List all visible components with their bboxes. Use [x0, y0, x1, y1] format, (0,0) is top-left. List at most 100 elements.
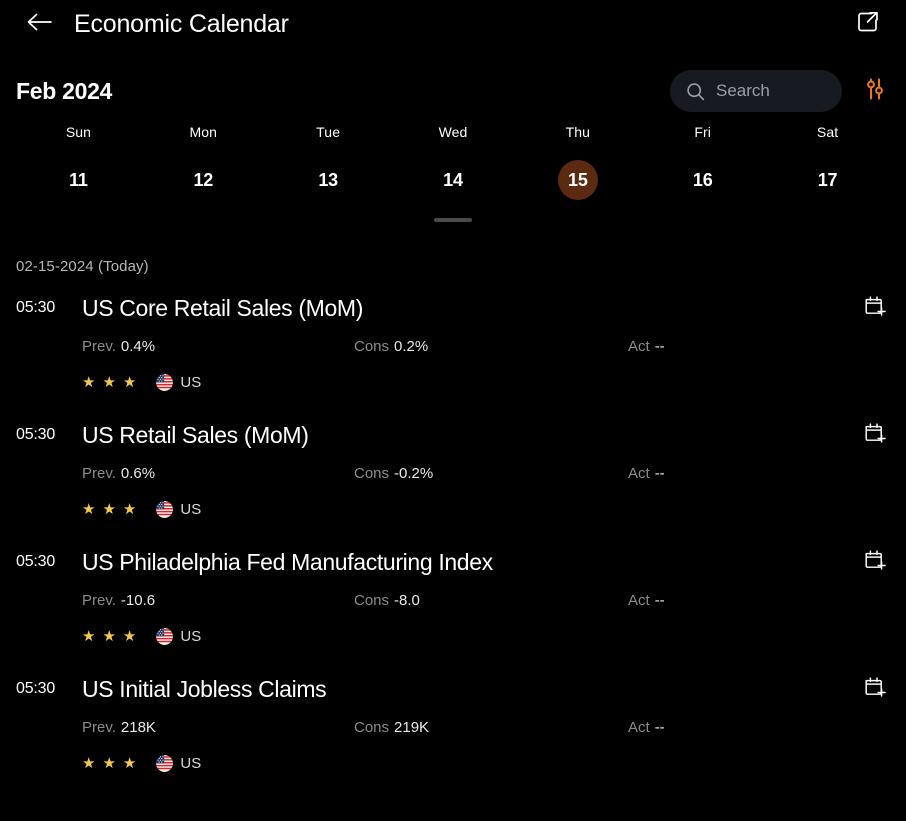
star-icon: ★: [82, 373, 96, 391]
day-number-wrap: 16: [683, 160, 723, 200]
importance-rating: ★ ★ ★: [82, 756, 136, 771]
day-number-wrap-selected: 15: [557, 160, 598, 200]
day-number: 11: [69, 169, 88, 190]
day-cell-sun[interactable]: Sun 11: [16, 122, 141, 200]
event-header: 05:30 US Philadelphia Fed Manufacturing …: [16, 547, 890, 577]
event-row[interactable]: 05:30 US Philadelphia Fed Manufacturing …: [0, 547, 906, 646]
stat-actual-value: --: [654, 719, 665, 736]
search-box[interactable]: [670, 70, 842, 112]
event-title: US Core Retail Sales (MoM): [82, 294, 364, 321]
flag-icon-us: [156, 754, 174, 772]
event-header: 05:30 US Initial Jobless Claims: [16, 674, 890, 704]
stat-consensus: Cons 219K: [354, 719, 429, 736]
day-cell-fri[interactable]: Fri 16: [640, 122, 765, 200]
event-title: US Retail Sales (MoM): [82, 421, 309, 448]
day-name: Sun: [65, 124, 92, 140]
event-header: 05:30 US Retail Sales (MoM): [16, 420, 890, 450]
star-icon: ★: [122, 500, 137, 518]
event-list: 05:30 US Core Retail Sales (MoM) Prev. 0…: [0, 293, 906, 773]
share-button[interactable]: [852, 8, 884, 40]
star-icon: ★: [102, 373, 116, 391]
day-cell-thu[interactable]: Thu 15: [515, 122, 640, 200]
event-stats: Prev. 218K Cons 219K Act --: [82, 719, 890, 741]
day-name: Mon: [189, 124, 218, 140]
back-button[interactable]: [22, 7, 56, 41]
day-number: 13: [318, 169, 338, 190]
stat-consensus-label: Cons: [354, 719, 390, 736]
event-meta: ★ ★ ★ US: [82, 499, 890, 519]
calendar-add-icon: [863, 421, 887, 450]
add-to-calendar-button[interactable]: [860, 293, 890, 323]
event-stats: Prev. 0.6% Cons -0.2% Act --: [82, 465, 890, 487]
stat-actual: Act --: [628, 592, 665, 609]
stat-previous-value: 0.4%: [120, 338, 156, 355]
stat-actual-label: Act: [628, 465, 650, 482]
event-time: 05:30: [16, 680, 56, 697]
event-time: 05:30: [16, 426, 56, 443]
event-stats: Prev. -10.6 Cons -8.0 Act --: [82, 592, 890, 614]
day-number-wrap: 13: [308, 160, 348, 200]
stat-previous-value: -10.6: [120, 592, 156, 609]
drag-handle[interactable]: [434, 218, 472, 222]
stat-actual: Act --: [628, 465, 665, 482]
stat-actual-value: --: [654, 465, 665, 482]
add-to-calendar-button[interactable]: [860, 420, 890, 450]
day-name: Fri: [694, 124, 712, 140]
month-search-toolbar: Feb 2024: [0, 62, 906, 120]
day-cell-sat[interactable]: Sat 17: [765, 122, 890, 200]
stat-consensus-label: Cons: [354, 338, 390, 355]
filter-button[interactable]: [860, 76, 890, 106]
day-name: Thu: [565, 124, 591, 140]
page-title: Economic Calendar: [74, 9, 289, 38]
stat-previous: Prev. 0.6%: [82, 465, 155, 482]
stat-actual-label: Act: [628, 592, 650, 609]
importance-rating: ★ ★ ★: [82, 375, 136, 390]
sliders-filter-icon: [864, 77, 886, 106]
event-row[interactable]: 05:30 US Retail Sales (MoM) Prev. 0.6% C…: [0, 420, 906, 519]
day-number: 12: [193, 169, 214, 190]
stat-consensus-value: 219K: [394, 719, 430, 736]
stat-consensus: Cons 0.2%: [354, 338, 428, 355]
flag-icon-us: [156, 500, 174, 518]
stat-consensus-value: 0.2%: [394, 338, 429, 355]
star-icon: ★: [122, 373, 137, 391]
star-icon: ★: [82, 627, 96, 645]
day-name: Wed: [438, 124, 468, 140]
date-section-header: 02-15-2024 (Today): [16, 258, 149, 275]
stat-consensus-label: Cons: [354, 592, 390, 609]
day-number: 16: [692, 169, 713, 190]
stat-consensus-value: -0.2%: [394, 465, 434, 482]
stat-actual-value: --: [654, 592, 665, 609]
calendar-add-icon: [863, 548, 887, 577]
country-code: US: [180, 627, 202, 645]
event-row[interactable]: 05:30 US Initial Jobless Claims Prev. 21…: [0, 674, 906, 773]
calendar-expand-handle-row: [0, 206, 906, 234]
search-icon: [686, 82, 705, 101]
star-icon: ★: [82, 754, 96, 772]
star-icon: ★: [102, 500, 116, 518]
stat-actual: Act --: [628, 719, 665, 736]
stat-previous-label: Prev.: [82, 338, 116, 355]
day-cell-wed[interactable]: Wed 14: [391, 122, 516, 200]
day-name: Sat: [816, 124, 839, 140]
stat-previous-label: Prev.: [82, 719, 116, 736]
day-name: Tue: [316, 124, 341, 140]
day-cell-tue[interactable]: Tue 13: [266, 122, 391, 200]
day-number: 17: [817, 169, 838, 190]
stat-consensus: Cons -8.0: [354, 592, 420, 609]
country-code: US: [180, 754, 202, 772]
country-code: US: [180, 500, 202, 518]
month-label: Feb 2024: [16, 77, 113, 104]
calendar-add-icon: [863, 675, 887, 704]
day-cell-mon[interactable]: Mon 12: [141, 122, 266, 200]
add-to-calendar-button[interactable]: [860, 674, 890, 704]
add-to-calendar-button[interactable]: [860, 547, 890, 577]
stat-previous: Prev. -10.6: [82, 592, 155, 609]
event-title: US Philadelphia Fed Manufacturing Index: [82, 548, 493, 575]
star-icon: ★: [102, 627, 116, 645]
day-number-wrap: 14: [433, 160, 473, 200]
search-input[interactable]: [716, 81, 826, 101]
day-number-wrap: 17: [808, 160, 848, 200]
arrow-left-icon: [26, 12, 52, 37]
event-row[interactable]: 05:30 US Core Retail Sales (MoM) Prev. 0…: [0, 293, 906, 392]
